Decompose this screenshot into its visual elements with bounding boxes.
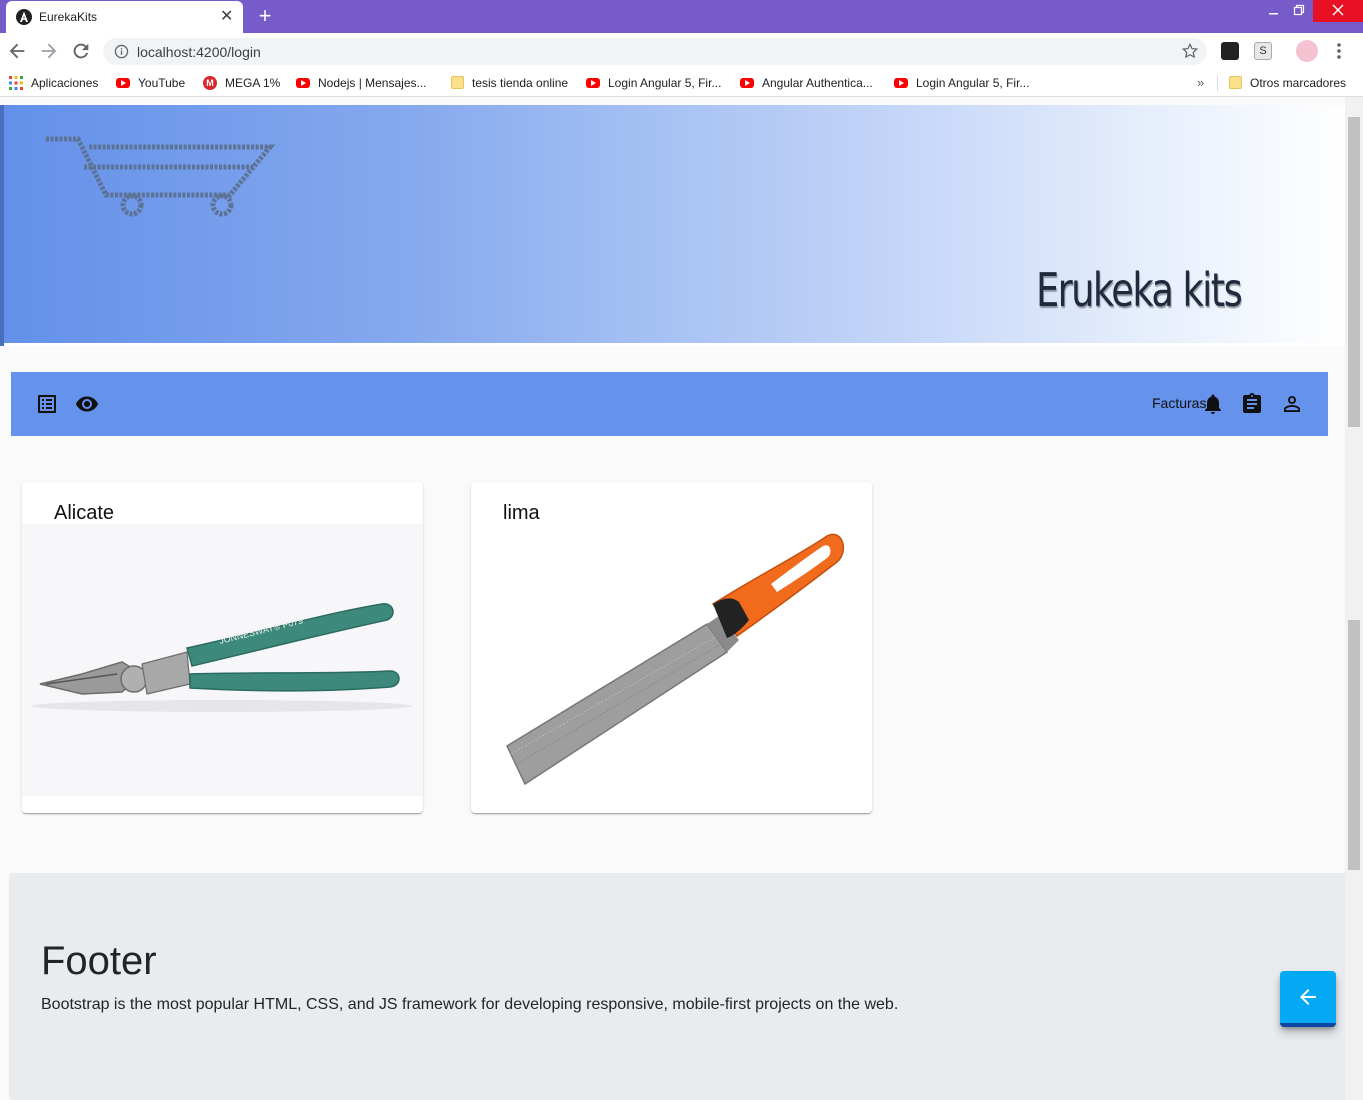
angular-icon [16, 9, 32, 25]
bookmark-angular-auth[interactable]: Angular Authentica... [740, 75, 873, 91]
notifications-bell-icon[interactable] [1201, 392, 1225, 416]
window-close-icon [1332, 4, 1344, 16]
bookmark-aplicaciones[interactable]: Aplicaciones [9, 75, 98, 91]
scrollbar-thumb-secondary[interactable] [1348, 620, 1360, 870]
youtube-icon [296, 77, 310, 88]
youtube-icon [116, 77, 130, 88]
bookmark-label: tesis tienda online [472, 76, 569, 90]
tab-title: EurekaKits [39, 10, 98, 24]
forward-arrow-icon[interactable] [38, 40, 60, 62]
facturas-link[interactable]: Facturas [1152, 395, 1206, 411]
bookmark-mega[interactable]: M MEGA 1% [203, 75, 280, 91]
youtube-icon [740, 77, 754, 88]
profile-avatar[interactable] [1296, 40, 1318, 62]
restore-button[interactable] [1284, 0, 1314, 22]
bookmark-youtube[interactable]: YouTube [116, 75, 185, 91]
bookmark-star-icon[interactable] [1181, 42, 1199, 60]
pliers-image: JONNESWAY® P079 [22, 524, 423, 796]
youtube-icon [894, 77, 908, 88]
folder-icon [1229, 76, 1242, 90]
product-title: lima [503, 502, 540, 524]
footer: Footer Bootstrap is the most popular HTM… [9, 873, 1345, 1100]
bookmark-label: Nodejs | Mensajes... [318, 76, 427, 90]
youtube-icon [586, 77, 600, 88]
bookmark-login-angular-1[interactable]: Login Angular 5, Fir... [586, 75, 721, 91]
bookmark-label: Login Angular 5, Fir... [916, 76, 1030, 90]
browser-toolbar: localhost:4200/login S [0, 33, 1363, 69]
apps-icon [9, 75, 23, 90]
assignment-icon[interactable] [1240, 392, 1264, 416]
product-title: Alicate [54, 502, 115, 524]
bookmarks-divider [1217, 75, 1218, 91]
app-toolbar: Facturas [11, 372, 1328, 436]
window-close-button[interactable] [1313, 0, 1363, 22]
header-banner: Erukeka kits [0, 105, 1345, 346]
bookmark-label: Login Angular 5, Fir... [608, 76, 722, 90]
brand-title: Erukeka kits [1036, 263, 1243, 317]
extension-s-icon[interactable]: S [1254, 42, 1272, 60]
banner-background: Erukeka kits [4, 105, 1345, 343]
mega-icon: M [203, 75, 217, 90]
arrow-back-icon [1300, 989, 1316, 1005]
person-icon[interactable] [1280, 392, 1304, 416]
bookmark-label: YouTube [138, 76, 186, 90]
browser-tab[interactable]: EurekaKits ✕ [6, 1, 243, 33]
url-text[interactable]: localhost:4200/login [137, 44, 261, 60]
bookmark-nodejs[interactable]: Nodejs | Mensajes... [296, 75, 427, 91]
restore-icon [1293, 4, 1305, 16]
bookmark-login-angular-2[interactable]: Login Angular 5, Fir... [894, 75, 1029, 91]
extension-icon[interactable] [1221, 42, 1239, 60]
browser-menu-icon[interactable] [1334, 41, 1344, 61]
reload-icon[interactable] [70, 40, 92, 62]
page-scrollbar[interactable] [1345, 97, 1363, 1100]
list-alt-icon[interactable] [35, 392, 59, 416]
back-arrow-icon[interactable] [6, 40, 28, 62]
shopping-cart-icon [46, 136, 276, 217]
bookmark-tesis[interactable]: tesis tienda online [451, 75, 568, 91]
footer-title: Footer [41, 939, 157, 983]
bookmark-label: Otros marcadores [1250, 76, 1347, 90]
product-card-alicate[interactable]: Alicate JONNESWAY® P079 [22, 482, 423, 813]
bookmarks-overflow-button[interactable]: » [1197, 75, 1204, 90]
bookmark-label: Angular Authentica... [762, 76, 873, 90]
minimize-icon [1269, 13, 1278, 15]
bookmark-otros-marcadores[interactable]: Otros marcadores [1229, 75, 1346, 91]
scrollbar-thumb[interactable] [1348, 117, 1360, 427]
bookmark-label: MEGA 1% [225, 76, 281, 90]
footer-description: Bootstrap is the most popular HTML, CSS,… [41, 996, 899, 1013]
file-tool-image [471, 524, 872, 796]
tab-close-icon[interactable]: ✕ [220, 7, 233, 27]
address-bar[interactable]: localhost:4200/login [103, 38, 1207, 65]
product-card-lima[interactable]: lima [471, 482, 872, 813]
browser-tab-strip: EurekaKits ✕ + [0, 0, 1363, 33]
back-fab-button[interactable] [1280, 971, 1336, 1027]
bookmark-label: Aplicaciones [31, 76, 99, 90]
folder-icon [451, 76, 464, 90]
page-viewport: Erukeka kits Facturas Alicate JONNESWAY®… [0, 97, 1345, 1100]
info-icon[interactable] [114, 44, 129, 59]
eye-icon[interactable] [75, 392, 99, 416]
new-tab-button[interactable]: + [255, 4, 275, 28]
bookmarks-bar: Aplicaciones YouTube M MEGA 1% Nodejs | M… [0, 69, 1363, 97]
